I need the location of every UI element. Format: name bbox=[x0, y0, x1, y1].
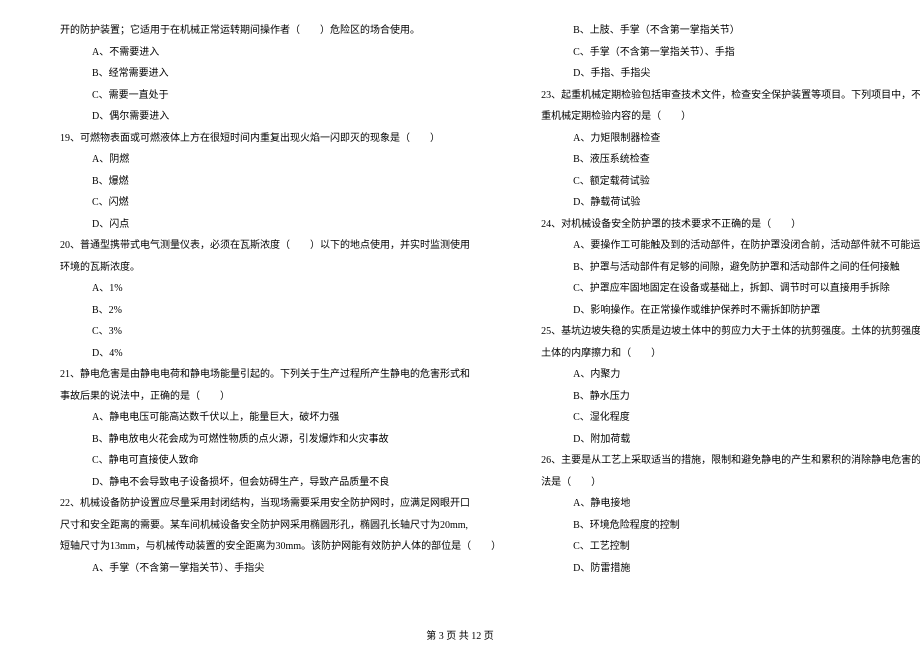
q18-opt-a: A、不需要进入 bbox=[60, 42, 501, 64]
q23-opt-c: C、额定载荷试验 bbox=[541, 171, 920, 193]
q21-opt-b: B、静电放电火花会成为可燃性物质的点火源，引发爆炸和火灾事故 bbox=[60, 429, 501, 451]
q24-stem: 24、对机械设备安全防护罩的技术要求不正确的是（ ） bbox=[541, 214, 920, 236]
q20-opt-c: C、3% bbox=[60, 321, 501, 343]
q20-opt-d: D、4% bbox=[60, 343, 501, 365]
q26-stem-2: 法是（ ） bbox=[541, 472, 920, 494]
q22-stem-2: 尺寸和安全距离的需要。某车间机械设备安全防护网采用椭圆形孔，椭圆孔长轴尺寸为20… bbox=[60, 515, 501, 537]
q24-opt-b: B、护罩与活动部件有足够的间隙，避免防护罩和活动部件之间的任何接触 bbox=[541, 257, 920, 279]
q22-opt-b: B、上肢、手掌（不含第一掌指关节） bbox=[541, 20, 920, 42]
q26-stem-1: 26、主要是从工艺上采取适当的措施，限制和避免静电的产生和累积的消除静电危害的重… bbox=[541, 450, 920, 472]
right-column: B、上肢、手掌（不含第一掌指关节） C、手掌（不含第一掌指关节）、手指 D、手指… bbox=[541, 20, 920, 610]
q22-opt-a: A、手掌（不含第一掌指关节）、手指尖 bbox=[60, 558, 501, 580]
q22-opt-c: C、手掌（不含第一掌指关节）、手指 bbox=[541, 42, 920, 64]
q24-opt-c: C、护罩应牢固地固定在设备或基础上，拆卸、调节时可以直接用手拆除 bbox=[541, 278, 920, 300]
q26-opt-d: D、防雷措施 bbox=[541, 558, 920, 580]
q23-stem-1: 23、起重机械定期检验包括审查技术文件，检查安全保护装置等项目。下列项目中，不属… bbox=[541, 85, 920, 107]
q21-opt-d: D、静电不会导致电子设备损坏，但会妨碍生产，导致产品质量不良 bbox=[60, 472, 501, 494]
q20-stem-1: 20、普通型携带式电气测量仪表，必须在瓦斯浓度（ ）以下的地点使用，并实时监测使… bbox=[60, 235, 501, 257]
q22-stem-3: 短轴尺寸为13mm，与机械传动装置的安全距离为30mm。该防护网能有效防护人体的… bbox=[60, 536, 501, 558]
q23-opt-d: D、静载荷试验 bbox=[541, 192, 920, 214]
q25-opt-d: D、附加荷载 bbox=[541, 429, 920, 451]
q26-opt-a: A、静电接地 bbox=[541, 493, 920, 515]
q25-stem-2: 土体的内摩擦力和（ ） bbox=[541, 343, 920, 365]
q19-opt-a: A、阴燃 bbox=[60, 149, 501, 171]
q21-stem-1: 21、静电危害是由静电电荷和静电场能量引起的。下列关于生产过程所产生静电的危害形… bbox=[60, 364, 501, 386]
q20-opt-a: A、1% bbox=[60, 278, 501, 300]
q18-stem-cont: 开的防护装置；它适用于在机械正常运转期间操作者（ ）危险区的场合使用。 bbox=[60, 20, 501, 42]
page-footer: 第 3 页 共 12 页 bbox=[0, 627, 920, 642]
q21-stem-2: 事故后果的说法中，正确的是（ ） bbox=[60, 386, 501, 408]
left-column: 开的防护装置；它适用于在机械正常运转期间操作者（ ）危险区的场合使用。 A、不需… bbox=[60, 20, 501, 610]
q21-opt-a: A、静电电压可能高达数千伏以上，能量巨大，破坏力强 bbox=[60, 407, 501, 429]
q24-opt-d: D、影响操作。在正常操作或维护保养时不需拆卸防护罩 bbox=[541, 300, 920, 322]
q19-opt-c: C、闪燃 bbox=[60, 192, 501, 214]
q25-opt-a: A、内聚力 bbox=[541, 364, 920, 386]
q22-opt-d: D、手指、手指尖 bbox=[541, 63, 920, 85]
q21-opt-c: C、静电可直接使人致命 bbox=[60, 450, 501, 472]
page-columns: 开的防护装置；它适用于在机械正常运转期间操作者（ ）危险区的场合使用。 A、不需… bbox=[60, 20, 860, 610]
q23-opt-b: B、液压系统检查 bbox=[541, 149, 920, 171]
q26-opt-b: B、环境危险程度的控制 bbox=[541, 515, 920, 537]
q18-opt-b: B、经常需要进入 bbox=[60, 63, 501, 85]
q20-opt-b: B、2% bbox=[60, 300, 501, 322]
q18-opt-d: D、偶尔需要进入 bbox=[60, 106, 501, 128]
q23-stem-2: 重机械定期检验内容的是（ ） bbox=[541, 106, 920, 128]
q24-opt-a: A、要操作工可能触及到的活动部件，在防护罩没闭合前，活动部件就不可能运转 bbox=[541, 235, 920, 257]
q19-opt-b: B、爆燃 bbox=[60, 171, 501, 193]
q19-stem: 19、可燃物表面或可燃液体上方在很短时间内重复出现火焰一闪即灭的现象是（ ） bbox=[60, 128, 501, 150]
q22-stem-1: 22、机械设备防护设置应尽量采用封闭结构，当现场需要采用安全防护网时，应满足网眼… bbox=[60, 493, 501, 515]
q18-opt-c: C、需要一直处于 bbox=[60, 85, 501, 107]
q25-opt-c: C、湿化程度 bbox=[541, 407, 920, 429]
q25-stem-1: 25、基坑边坡失稳的实质是边坡土体中的剪应力大于土体的抗剪强度。土体的抗剪强度来… bbox=[541, 321, 920, 343]
q25-opt-b: B、静水压力 bbox=[541, 386, 920, 408]
q26-opt-c: C、工艺控制 bbox=[541, 536, 920, 558]
q19-opt-d: D、闪点 bbox=[60, 214, 501, 236]
q23-opt-a: A、力矩限制器检查 bbox=[541, 128, 920, 150]
q20-stem-2: 环境的瓦斯浓度。 bbox=[60, 257, 501, 279]
